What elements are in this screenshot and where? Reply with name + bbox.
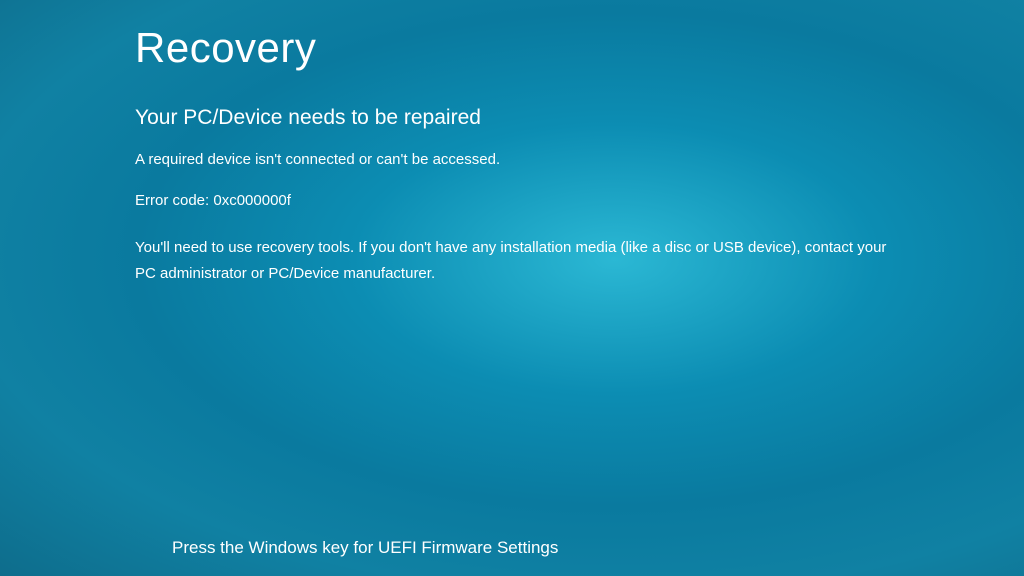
error-code: Error code: 0xc000000f: [135, 192, 1024, 209]
recovery-screen: Recovery Your PC/Device needs to be repa…: [0, 0, 1024, 576]
recovery-instructions: You'll need to use recovery tools. If yo…: [135, 235, 895, 288]
uefi-hint: Press the Windows key for UEFI Firmware …: [172, 538, 558, 558]
page-title: Recovery: [135, 24, 1024, 72]
error-message: A required device isn't connected or can…: [135, 150, 1024, 170]
error-subtitle: Your PC/Device needs to be repaired: [135, 106, 1024, 130]
